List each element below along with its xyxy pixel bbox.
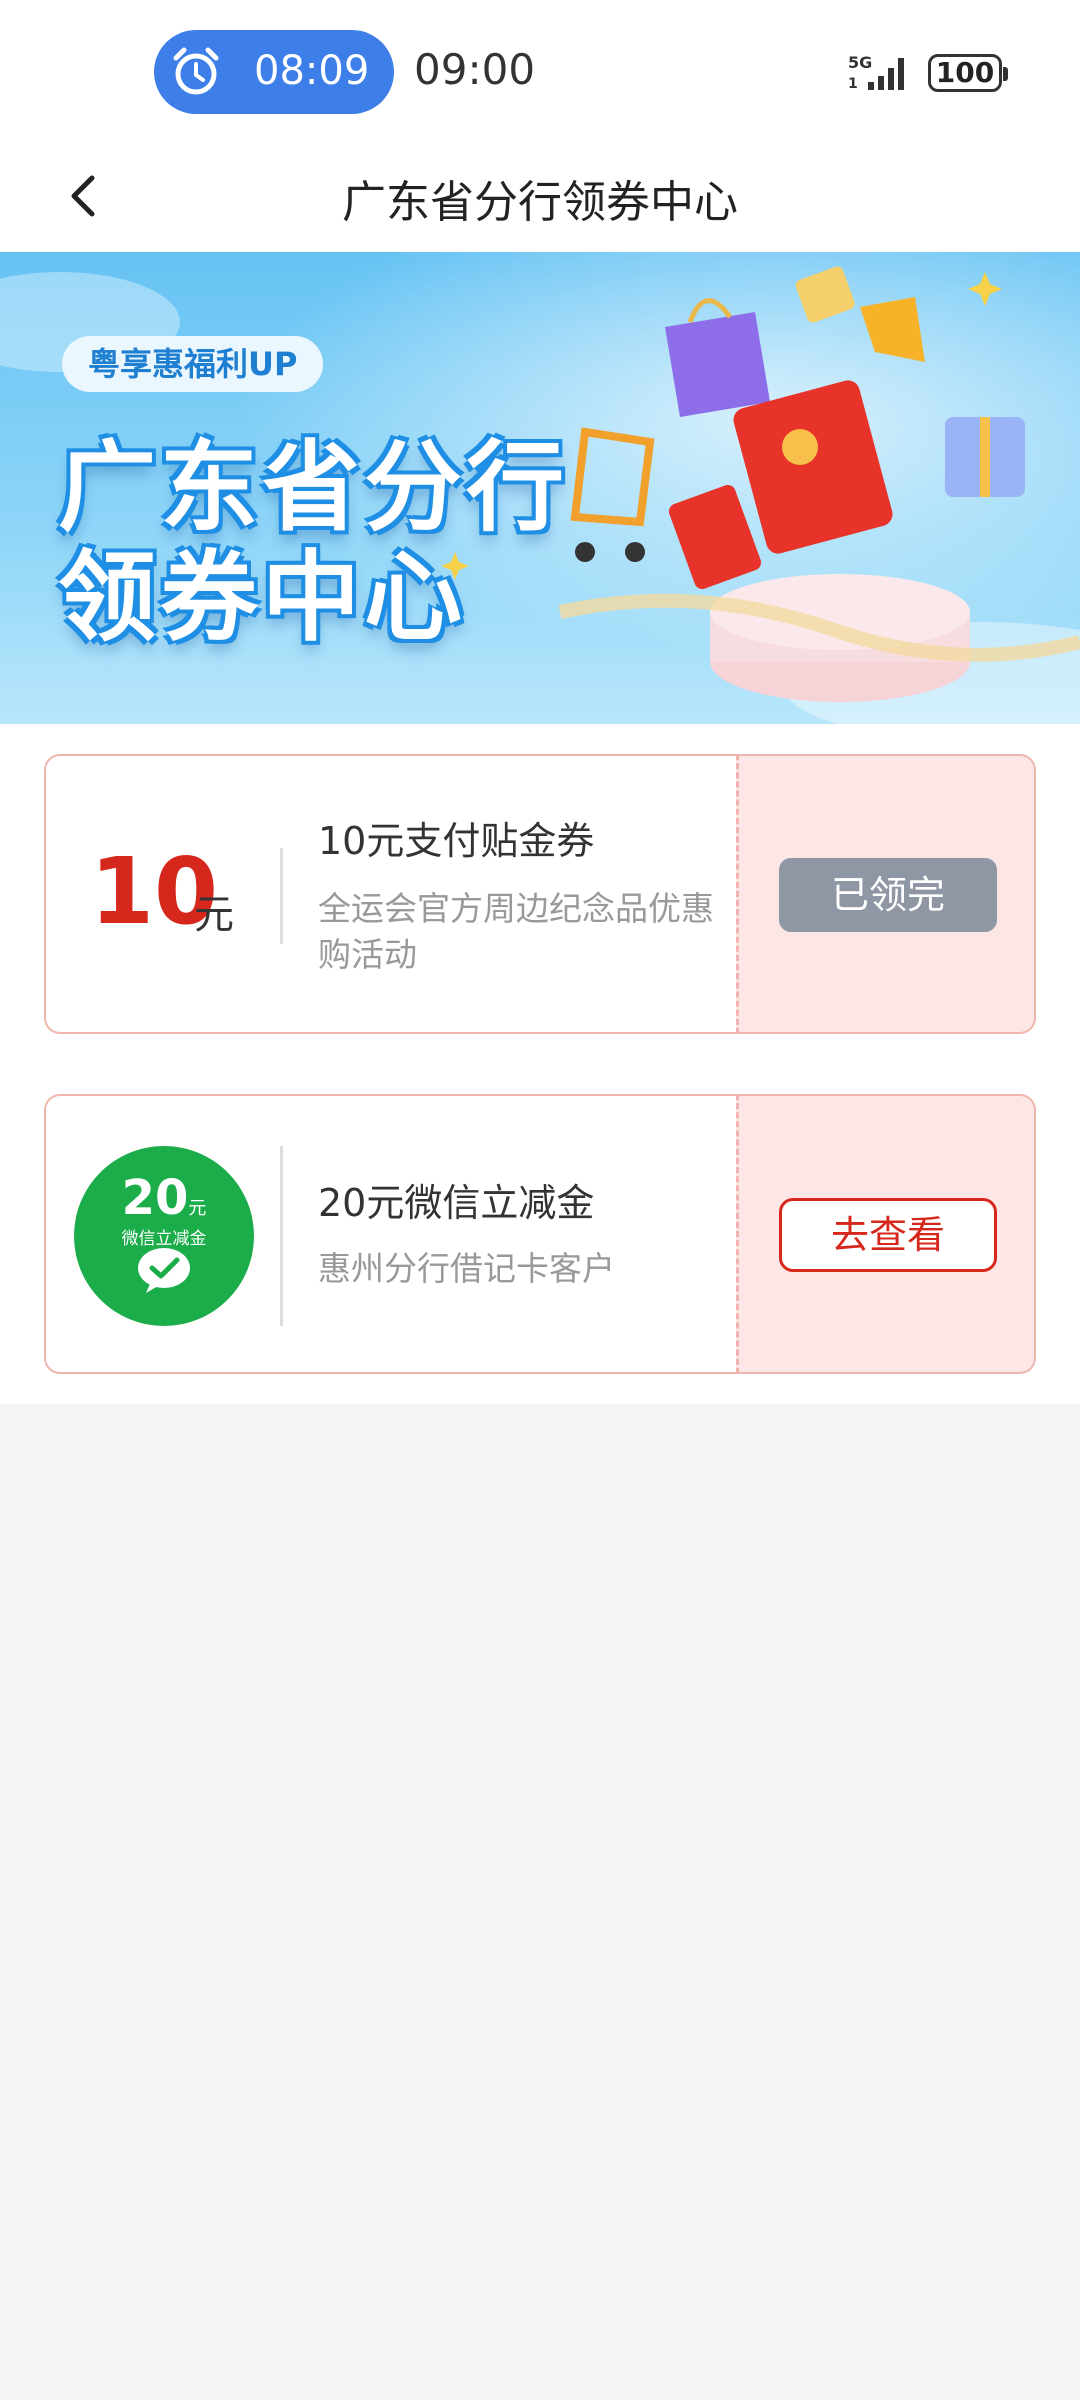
network-type: 5G: [848, 53, 872, 72]
signal-5g-icon: 5G 1: [848, 53, 904, 92]
coupon-title: 10元支付贴金券: [318, 819, 595, 863]
wechat-pay-icon: [138, 1248, 190, 1293]
nav-bar: 广东省分行领券中心: [0, 140, 1080, 252]
coupon-info: 10 元 10元支付贴金券 全运会官方周边纪念品优惠购活动: [44, 754, 736, 1034]
status-bar: 08:09 09:00 5G 1 100: [0, 0, 1080, 140]
alarm-pill: 08:09: [154, 30, 394, 114]
coupon-action-area: 去查看: [736, 1094, 1036, 1374]
wechat-coupon-badge: 20元 微信立减金: [74, 1146, 254, 1326]
claimed-out-button[interactable]: 已领完: [779, 858, 997, 932]
app-root: 08:09 09:00 5G 1 100 广东省分行领券中心 粤享惠福利UP 广…: [0, 0, 1080, 2400]
coupon-description: 全运会官方周边纪念品优惠购活动: [318, 889, 714, 974]
coupon-description: 惠州分行借记卡客户: [318, 1249, 615, 1288]
alarm-clock-icon: [173, 47, 219, 95]
view-coupon-button[interactable]: 去查看: [779, 1198, 997, 1272]
divider: [280, 848, 283, 944]
badge-amount: 20元: [121, 1170, 207, 1226]
banner-tag: 粤享惠福利UP: [62, 336, 324, 392]
coupon-card: 20元 微信立减金 20元微信立减金 惠州分行借记卡客户 去查看: [44, 1094, 1036, 1374]
coupon-list: 10 元 10元支付贴金券 全运会官方周边纪念品优惠购活动 已领完 20元 微信…: [0, 724, 1080, 1404]
promo-banner: 粤享惠福利UP 广东省分行 领券中心: [0, 252, 1080, 724]
divider: [280, 1146, 283, 1326]
coupon-card: 10 元 10元支付贴金券 全运会官方周边纪念品优惠购活动 已领完: [44, 754, 1036, 1034]
page-title: 广东省分行领券中心: [342, 177, 738, 228]
coupon-action-area: 已领完: [736, 754, 1036, 1034]
alarm-time: 08:09: [254, 48, 370, 94]
coupon-info: 20元 微信立减金 20元微信立减金 惠州分行借记卡客户: [44, 1094, 736, 1374]
battery-indicator: 100: [928, 54, 1008, 92]
svg-text:1: 1: [848, 76, 858, 92]
coupon-unit: 元: [194, 892, 234, 938]
banner-title-line2: 领券中心: [58, 541, 467, 655]
coupon-title: 20元微信立减金: [318, 1181, 595, 1225]
status-clock: 09:00: [414, 45, 536, 94]
